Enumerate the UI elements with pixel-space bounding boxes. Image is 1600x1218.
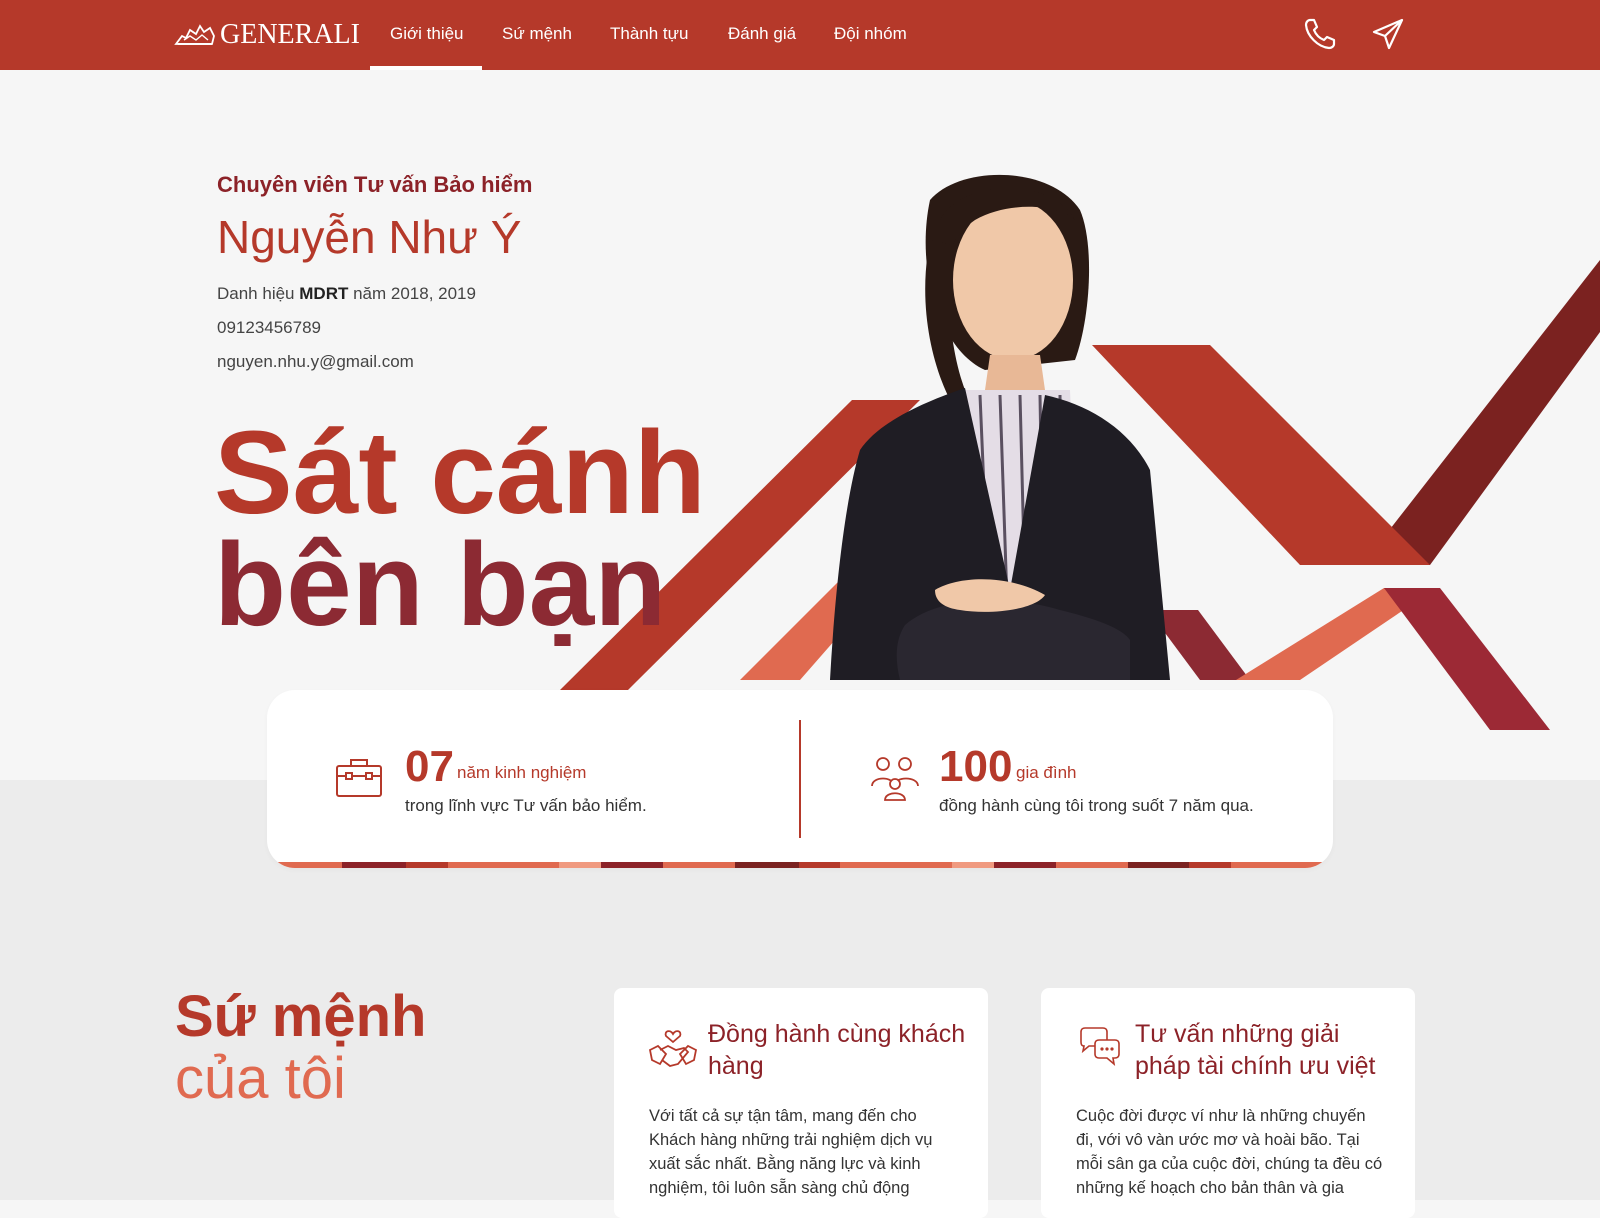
top-navbar: GENERALI Giới thiệu Sứ mệnh Thành tựu Đá… xyxy=(0,0,1600,70)
stats-card: 07 năm kinh nghiệm trong lĩnh vực Tư vấn… xyxy=(267,690,1333,868)
decorative-color-stripe xyxy=(267,862,1333,868)
mission-title-line-2: của tôi xyxy=(175,1046,346,1111)
award-title: MDRT xyxy=(299,284,349,303)
award-suffix: năm 2018, 2019 xyxy=(353,284,476,303)
generali-logo[interactable]: GENERALI xyxy=(174,18,360,52)
families-description: đồng hành cùng tôi trong suốt 7 năm qua. xyxy=(939,796,1254,815)
families-number: 100 xyxy=(939,742,1013,791)
mission-card-financial: Tư vấn những giải pháp tài chính ưu việt… xyxy=(1041,988,1415,1218)
award-line: Danh hiệu MDRT năm 2018, 2019 xyxy=(217,284,476,304)
mission-card-body: Với tất cả sự tận tâm, mang đến cho Khác… xyxy=(649,1107,933,1197)
lion-emblem-icon xyxy=(174,24,215,45)
experience-unit: năm kinh nghiệm xyxy=(457,763,587,782)
phone-number[interactable]: 09123456789 xyxy=(217,318,321,338)
mission-card-body: Cuộc đời được ví như là những chuyến đi,… xyxy=(1076,1107,1383,1197)
experience-number: 07 xyxy=(405,742,454,791)
nav-link-danh-gia[interactable]: Đánh giá xyxy=(728,24,796,44)
email-address[interactable]: nguyen.nhu.y@gmail.com xyxy=(217,352,414,372)
nav-link-thanh-tuu[interactable]: Thành tựu xyxy=(610,24,688,44)
nav-link-doi-nhom[interactable]: Đội nhóm xyxy=(834,24,907,44)
award-prefix: Danh hiệu xyxy=(217,284,295,303)
handshake-heart-icon xyxy=(648,1030,698,1067)
send-icon[interactable] xyxy=(1370,16,1406,52)
briefcase-icon xyxy=(336,759,382,797)
nav-link-gioi-thieu[interactable]: Giới thiệu xyxy=(390,24,464,44)
mission-card-title: Đồng hành cùng khách hàng xyxy=(708,1020,966,1080)
mission-card-title: Tư vấn những giải pháp tài chính ưu việt xyxy=(1135,1020,1376,1080)
slogan-line-2: bên bạn xyxy=(214,519,667,651)
mission-card-companion: Đồng hành cùng khách hàng Với tất cả sự … xyxy=(614,988,988,1218)
slogan-line-1: Sát cánh xyxy=(214,407,706,539)
chat-bubbles-icon xyxy=(1080,1027,1120,1067)
experience-description: trong lĩnh vực Tư vấn bảo hiểm. xyxy=(405,796,647,815)
hero-section: Chuyên viên Tư vấn Bảo hiểm Nguyễn Như Ý… xyxy=(0,70,1600,780)
family-icon xyxy=(871,757,919,801)
families-unit: gia đình xyxy=(1016,763,1077,782)
nav-link-su-menh[interactable]: Sứ mệnh xyxy=(502,24,572,44)
phone-icon[interactable] xyxy=(1302,16,1338,52)
brand-name: GENERALI xyxy=(220,19,360,50)
job-title: Chuyên viên Tư vấn Bảo hiểm xyxy=(217,172,533,197)
stats-divider xyxy=(799,720,801,838)
advisor-name: Nguyễn Như Ý xyxy=(217,211,522,263)
mission-title-line-1: Sứ mệnh xyxy=(175,984,427,1049)
